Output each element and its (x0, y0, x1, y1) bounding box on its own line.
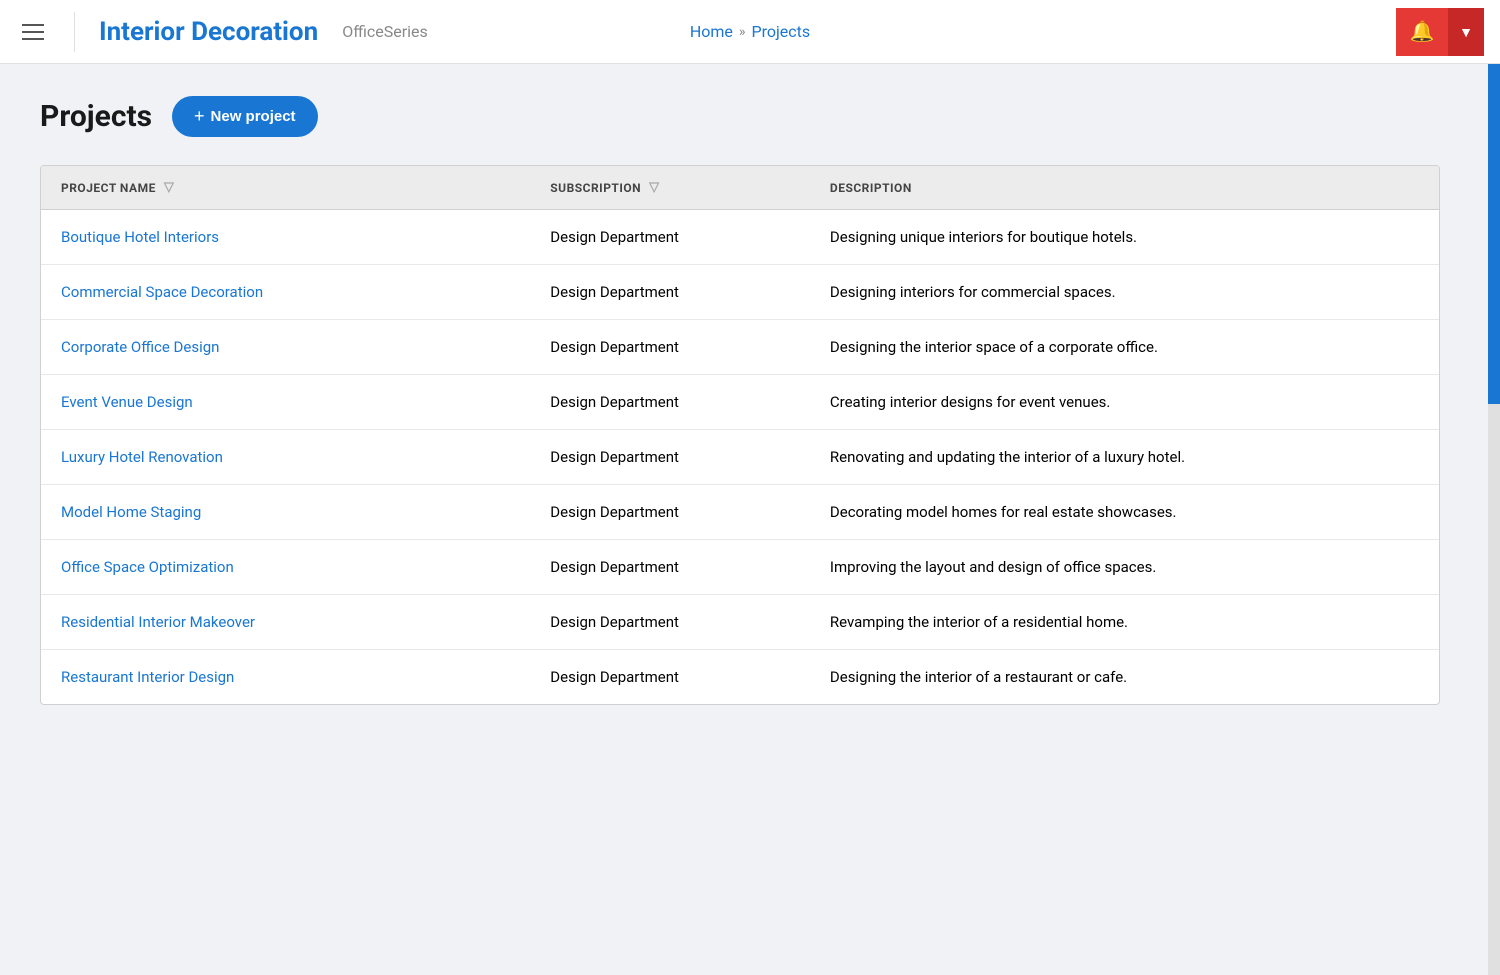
project-subscription: Design Department (530, 320, 810, 375)
project-subscription: Design Department (530, 540, 810, 595)
page-title: Projects (40, 99, 152, 134)
project-description: Creating interior designs for event venu… (810, 375, 1439, 430)
header-left: Interior Decoration OfficeSeries (16, 12, 428, 52)
hamburger-line-3 (22, 38, 44, 40)
column-subscription-label: SUBSCRIPTION (550, 181, 641, 195)
projects-table: PROJECT NAME ▽ SUBSCRIPTION ▽ DESCRIPTIO… (41, 166, 1439, 704)
subscription-filter-icon[interactable]: ▽ (649, 180, 660, 195)
project-subscription: Design Department (530, 210, 810, 265)
project-name-link[interactable]: Commercial Space Decoration (61, 283, 263, 301)
table-body: Boutique Hotel Interiors Design Departmen… (41, 210, 1439, 705)
project-subscription: Design Department (530, 375, 810, 430)
column-description-label: DESCRIPTION (830, 181, 912, 195)
project-name-link[interactable]: Event Venue Design (61, 393, 193, 411)
name-filter-icon[interactable]: ▽ (164, 180, 175, 195)
header-actions: 🔔 ▼ (1396, 8, 1484, 56)
hamburger-menu-button[interactable] (16, 18, 50, 46)
project-name-link[interactable]: Corporate Office Design (61, 338, 219, 356)
notification-bell-button[interactable]: 🔔 (1396, 8, 1448, 56)
project-description: Designing the interior space of a corpor… (810, 320, 1439, 375)
table-row: Boutique Hotel Interiors Design Departmen… (41, 210, 1439, 265)
project-subscription: Design Department (530, 595, 810, 650)
hamburger-line-2 (22, 31, 44, 33)
new-project-label: New project (211, 108, 296, 125)
table-row: Luxury Hotel Renovation Design Department… (41, 430, 1439, 485)
column-header-subscription: SUBSCRIPTION ▽ (530, 166, 810, 210)
project-subscription: Design Department (530, 265, 810, 320)
project-subscription: Design Department (530, 430, 810, 485)
project-subscription: Design Department (530, 485, 810, 540)
project-description: Designing the interior of a restaurant o… (810, 650, 1439, 705)
column-name-label: PROJECT NAME (61, 181, 156, 195)
breadcrumb-separator: » (739, 24, 746, 40)
breadcrumb-home[interactable]: Home (690, 22, 733, 41)
chevron-down-icon: ▼ (1459, 24, 1473, 40)
bell-icon: 🔔 (1410, 19, 1435, 44)
project-name-link[interactable]: Model Home Staging (61, 503, 201, 521)
table-row: Residential Interior Makeover Design Depa… (41, 595, 1439, 650)
app-subtitle: OfficeSeries (342, 22, 428, 41)
plus-icon: + (194, 106, 205, 127)
header-divider (74, 12, 75, 52)
project-name-link[interactable]: Office Space Optimization (61, 558, 234, 576)
table-row: Commercial Space Decoration Design Depart… (41, 265, 1439, 320)
user-dropdown-button[interactable]: ▼ (1448, 8, 1484, 56)
project-name-link[interactable]: Luxury Hotel Renovation (61, 448, 223, 466)
table-header-row: PROJECT NAME ▽ SUBSCRIPTION ▽ DESCRIPTIO… (41, 166, 1439, 210)
project-description: Renovating and updating the interior of … (810, 430, 1439, 485)
column-header-description: DESCRIPTION (810, 166, 1439, 210)
table-row: Corporate Office Design Design Department… (41, 320, 1439, 375)
hamburger-line-1 (22, 24, 44, 26)
project-name-link[interactable]: Restaurant Interior Design (61, 668, 234, 686)
column-header-name: PROJECT NAME ▽ (41, 166, 530, 210)
project-description: Decorating model homes for real estate s… (810, 485, 1439, 540)
projects-table-container: PROJECT NAME ▽ SUBSCRIPTION ▽ DESCRIPTIO… (40, 165, 1440, 705)
table-header: PROJECT NAME ▽ SUBSCRIPTION ▽ DESCRIPTIO… (41, 166, 1439, 210)
project-name-link[interactable]: Boutique Hotel Interiors (61, 228, 219, 246)
table-row: Model Home Staging Design DepartmentDecor… (41, 485, 1439, 540)
project-description: Designing unique interiors for boutique … (810, 210, 1439, 265)
new-project-button[interactable]: + New project (172, 96, 318, 137)
breadcrumb-current[interactable]: Projects (751, 22, 810, 41)
table-row: Event Venue Design Design DepartmentCreat… (41, 375, 1439, 430)
scrollbar-thumb[interactable] (1488, 64, 1500, 404)
app-title: Interior Decoration (99, 17, 318, 47)
project-name-link[interactable]: Residential Interior Makeover (61, 613, 255, 631)
project-description: Revamping the interior of a residential … (810, 595, 1439, 650)
project-description: Designing interiors for commercial space… (810, 265, 1439, 320)
main-content: Projects + New project PROJECT NAME ▽ (0, 64, 1500, 737)
page-header: Projects + New project (40, 96, 1460, 137)
project-description: Improving the layout and design of offic… (810, 540, 1439, 595)
breadcrumb-nav: Home » Projects (690, 22, 810, 41)
scrollbar-track (1488, 64, 1500, 975)
project-subscription: Design Department (530, 650, 810, 705)
table-row: Office Space Optimization Design Departme… (41, 540, 1439, 595)
app-header: Interior Decoration OfficeSeries Home » … (0, 0, 1500, 64)
table-row: Restaurant Interior Design Design Departm… (41, 650, 1439, 705)
